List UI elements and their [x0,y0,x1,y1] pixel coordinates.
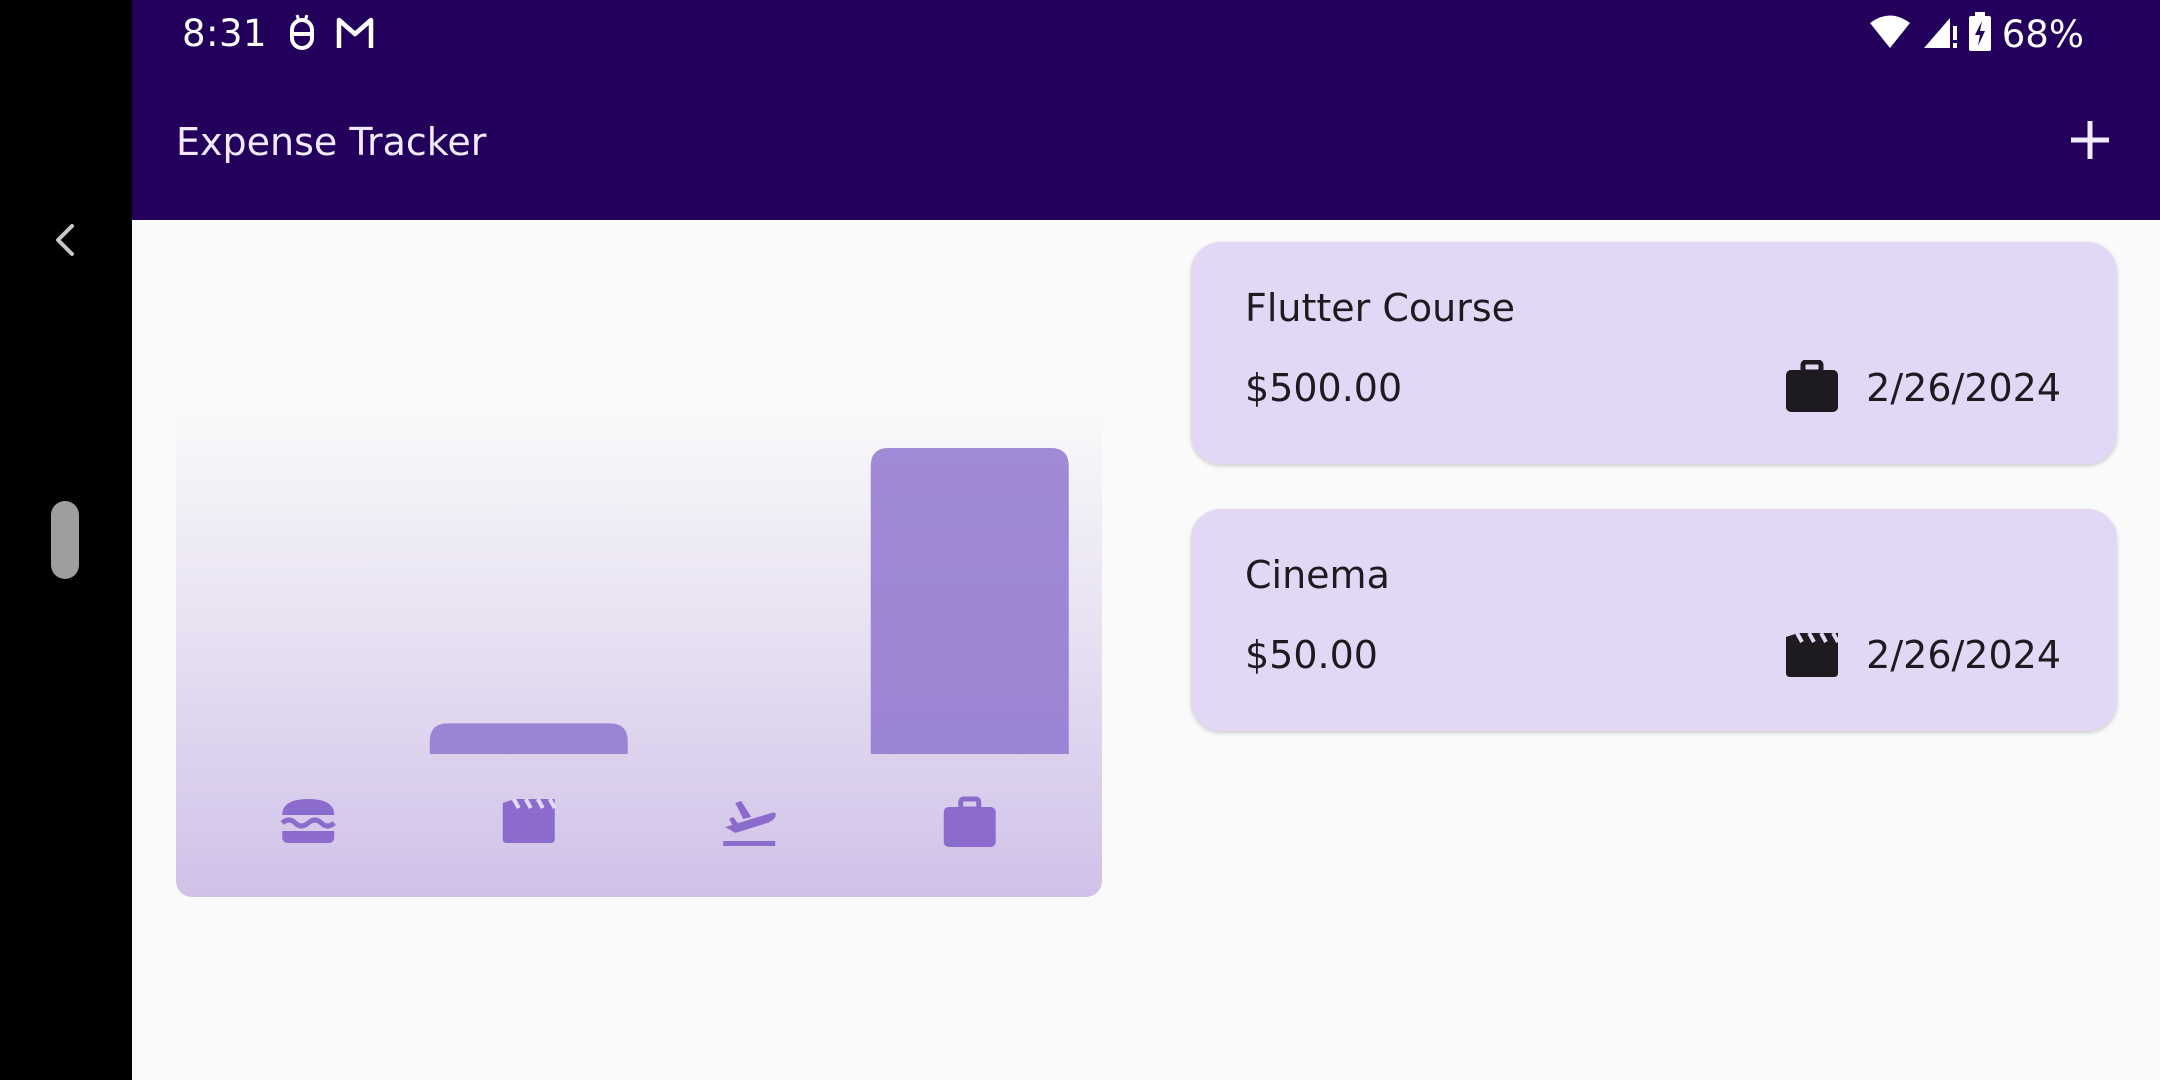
back-icon[interactable] [44,214,88,266]
expense-date: 2/26/2024 [1866,633,2061,677]
status-right: 68% [1868,12,2084,57]
expense-title: Cinema [1245,553,1390,597]
movie-clapper-icon [1784,627,1840,683]
app-bar: Expense Tracker [132,66,2160,220]
status-bar: 8:31 68% [132,0,2160,66]
expense-amount: $500.00 [1245,366,1403,410]
burger-icon [280,799,336,843]
battery-percentage: 68% [2001,13,2084,56]
app-title: Expense Tracker [176,120,487,164]
chart-bar-leisure [429,723,628,754]
briefcase-icon [1784,360,1840,416]
expense-chart [176,402,1102,897]
expense-amount: $50.00 [1245,633,1378,677]
expense-meta: 2/26/2024 [1784,360,2061,416]
chart-bar-work [870,448,1069,754]
expense-item[interactable]: Cinema $50.00 2/26/2024 [1191,509,2117,731]
plus-icon [2068,118,2112,167]
notification-icons [284,12,376,59]
movie-clapper-icon [502,798,557,843]
flight-takeoff-icon [723,801,776,846]
expense-date: 2/26/2024 [1866,366,2061,410]
bug-report-icon [284,12,320,59]
app-window: 8:31 68% Expense Tracker Flutter Course … [132,0,2160,1080]
expense-meta: 2/26/2024 [1784,627,2061,683]
gesture-handle[interactable] [51,501,79,579]
wifi-icon [1868,14,1912,55]
add-expense-button[interactable] [2062,114,2118,170]
briefcase-icon [943,796,996,847]
gmail-icon [334,12,376,59]
expense-title: Flutter Course [1245,286,1516,330]
system-navigation-strip [0,0,132,1080]
battery-charging-icon [1968,12,1992,57]
status-time: 8:31 [182,12,268,55]
expense-item[interactable]: Flutter Course $500.00 2/26/2024 [1191,242,2117,464]
cell-signal-icon [1922,14,1958,55]
chart-canvas [280,448,1069,847]
